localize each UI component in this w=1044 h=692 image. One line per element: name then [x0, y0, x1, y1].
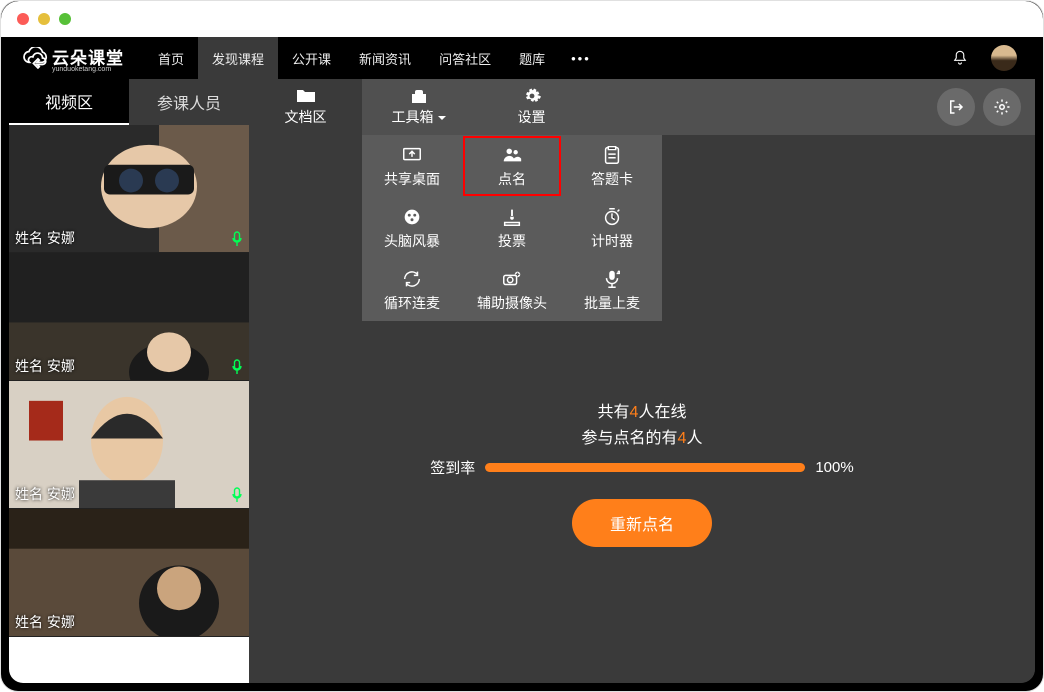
- toolbox-dropdown: 共享桌面 点名 答题卡 头脑风暴: [362, 135, 662, 321]
- timer-icon: [601, 206, 623, 228]
- rate-label: 签到率: [430, 457, 475, 478]
- mic-on-icon: [231, 487, 243, 503]
- folder-icon: [295, 87, 317, 105]
- status-text: 共有4人在线 参与点名的有4人: [249, 400, 1035, 452]
- tool-label: 循环连麦: [384, 293, 440, 313]
- docs-button[interactable]: 文档区: [249, 79, 362, 135]
- rate-value: 100%: [815, 459, 853, 476]
- logo-text: 云朵课堂: [52, 49, 124, 68]
- tool-timer[interactable]: 计时器: [562, 197, 662, 259]
- mic-on-icon: [231, 231, 243, 247]
- brainstorm-icon: [401, 206, 423, 228]
- toolbox-button[interactable]: 工具箱: [362, 79, 475, 135]
- tool-label: 辅助摄像头: [477, 293, 547, 313]
- avatar[interactable]: [991, 45, 1017, 71]
- progress-row: 签到率 100%: [249, 457, 1035, 478]
- attended-pre: 参与点名的有: [582, 430, 678, 447]
- gear-icon: [521, 87, 543, 105]
- tool-label: 头脑风暴: [384, 231, 440, 251]
- bell-icon[interactable]: [951, 49, 969, 67]
- nav-more[interactable]: •••: [559, 37, 603, 79]
- center-panel: 文档区 工具箱 设置: [249, 79, 1035, 683]
- batch-mic-icon: [601, 268, 623, 290]
- vote-icon: [501, 206, 523, 228]
- nav-discover[interactable]: 发现课程: [198, 37, 278, 79]
- video-tile-empty: [9, 637, 249, 683]
- tool-label: 点名: [498, 169, 526, 189]
- docs-label: 文档区: [285, 107, 327, 127]
- tab-video-zone[interactable]: 视频区: [9, 79, 129, 125]
- name-label: 姓名: [15, 614, 43, 630]
- window-titlebar: [1, 1, 1043, 37]
- video-tile[interactable]: 姓名 安娜: [9, 253, 249, 381]
- center-top-bar: 文档区 工具箱 设置: [249, 79, 1035, 135]
- tool-roll-call[interactable]: 点名: [462, 135, 562, 197]
- name-label: 姓名: [15, 486, 43, 502]
- tool-aux-camera[interactable]: 辅助摄像头: [462, 259, 562, 321]
- name-value: 安娜: [47, 358, 75, 374]
- exit-icon: [947, 98, 965, 116]
- name-label: 姓名: [15, 230, 43, 246]
- people-icon: [501, 144, 523, 166]
- nav-home[interactable]: 首页: [144, 37, 198, 79]
- tool-label: 投票: [498, 231, 526, 251]
- progress-bar: [485, 463, 805, 472]
- tool-label: 答题卡: [591, 169, 633, 189]
- video-tile[interactable]: 姓名 安娜: [9, 381, 249, 509]
- cloud-logo-icon: [23, 47, 49, 69]
- maximize-window-dot[interactable]: [59, 13, 71, 25]
- nav-news[interactable]: 新闻资讯: [345, 37, 425, 79]
- online-pre: 共有: [598, 404, 630, 421]
- nav-items: 首页 发现课程 公开课 新闻资讯 问答社区 题库 •••: [144, 37, 603, 79]
- mic-on-icon: [231, 359, 243, 375]
- video-tile[interactable]: 姓名 安娜: [9, 509, 249, 637]
- name-value: 安娜: [47, 230, 75, 246]
- minimize-window-dot[interactable]: [38, 13, 50, 25]
- tab-roster[interactable]: 参课人员: [129, 79, 249, 125]
- logo[interactable]: 云朵课堂 yunduoketang.com: [9, 44, 144, 73]
- tool-vote[interactable]: 投票: [462, 197, 562, 259]
- tool-batch-mic[interactable]: 批量上麦: [562, 259, 662, 321]
- settings-button[interactable]: 设置: [475, 79, 588, 135]
- settings-label: 设置: [518, 107, 546, 127]
- toolbox-label: 工具箱: [392, 107, 446, 127]
- aux-camera-icon: [501, 268, 523, 290]
- top-nav: 云朵课堂 yunduoketang.com 首页 发现课程 公开课 新闻资讯 问…: [9, 37, 1035, 79]
- close-window-dot[interactable]: [17, 13, 29, 25]
- name-value: 安娜: [47, 486, 75, 502]
- online-post: 人在线: [638, 404, 686, 421]
- tool-answer-card[interactable]: 答题卡: [562, 135, 662, 197]
- attended-post: 人: [686, 430, 702, 447]
- nav-open-class[interactable]: 公开课: [278, 37, 345, 79]
- left-panel: 视频区 参课人员 姓名 安娜 姓名 安娜: [9, 79, 249, 683]
- name-label: 姓名: [15, 358, 43, 374]
- gear-icon: [993, 98, 1011, 116]
- nav-qa[interactable]: 问答社区: [425, 37, 505, 79]
- tool-label: 共享桌面: [384, 169, 440, 189]
- gear-button[interactable]: [983, 88, 1021, 126]
- toolbox-icon: [408, 87, 430, 105]
- tool-brainstorm[interactable]: 头脑风暴: [362, 197, 462, 259]
- video-list: 姓名 安娜 姓名 安娜 姓名 安娜 姓名: [9, 125, 249, 683]
- tool-share-screen[interactable]: 共享桌面: [362, 135, 462, 197]
- tool-rotate-mic[interactable]: 循环连麦: [362, 259, 462, 321]
- nav-bank[interactable]: 题库: [505, 37, 559, 79]
- share-screen-icon: [401, 144, 423, 166]
- rotate-mic-icon: [401, 268, 423, 290]
- tool-label: 计时器: [591, 231, 633, 251]
- redo-rollcall-button[interactable]: 重新点名: [572, 499, 712, 547]
- video-tile[interactable]: 姓名 安娜: [9, 125, 249, 253]
- answer-card-icon: [601, 144, 623, 166]
- exit-button[interactable]: [937, 88, 975, 126]
- name-value: 安娜: [47, 614, 75, 630]
- tool-label: 批量上麦: [584, 293, 640, 313]
